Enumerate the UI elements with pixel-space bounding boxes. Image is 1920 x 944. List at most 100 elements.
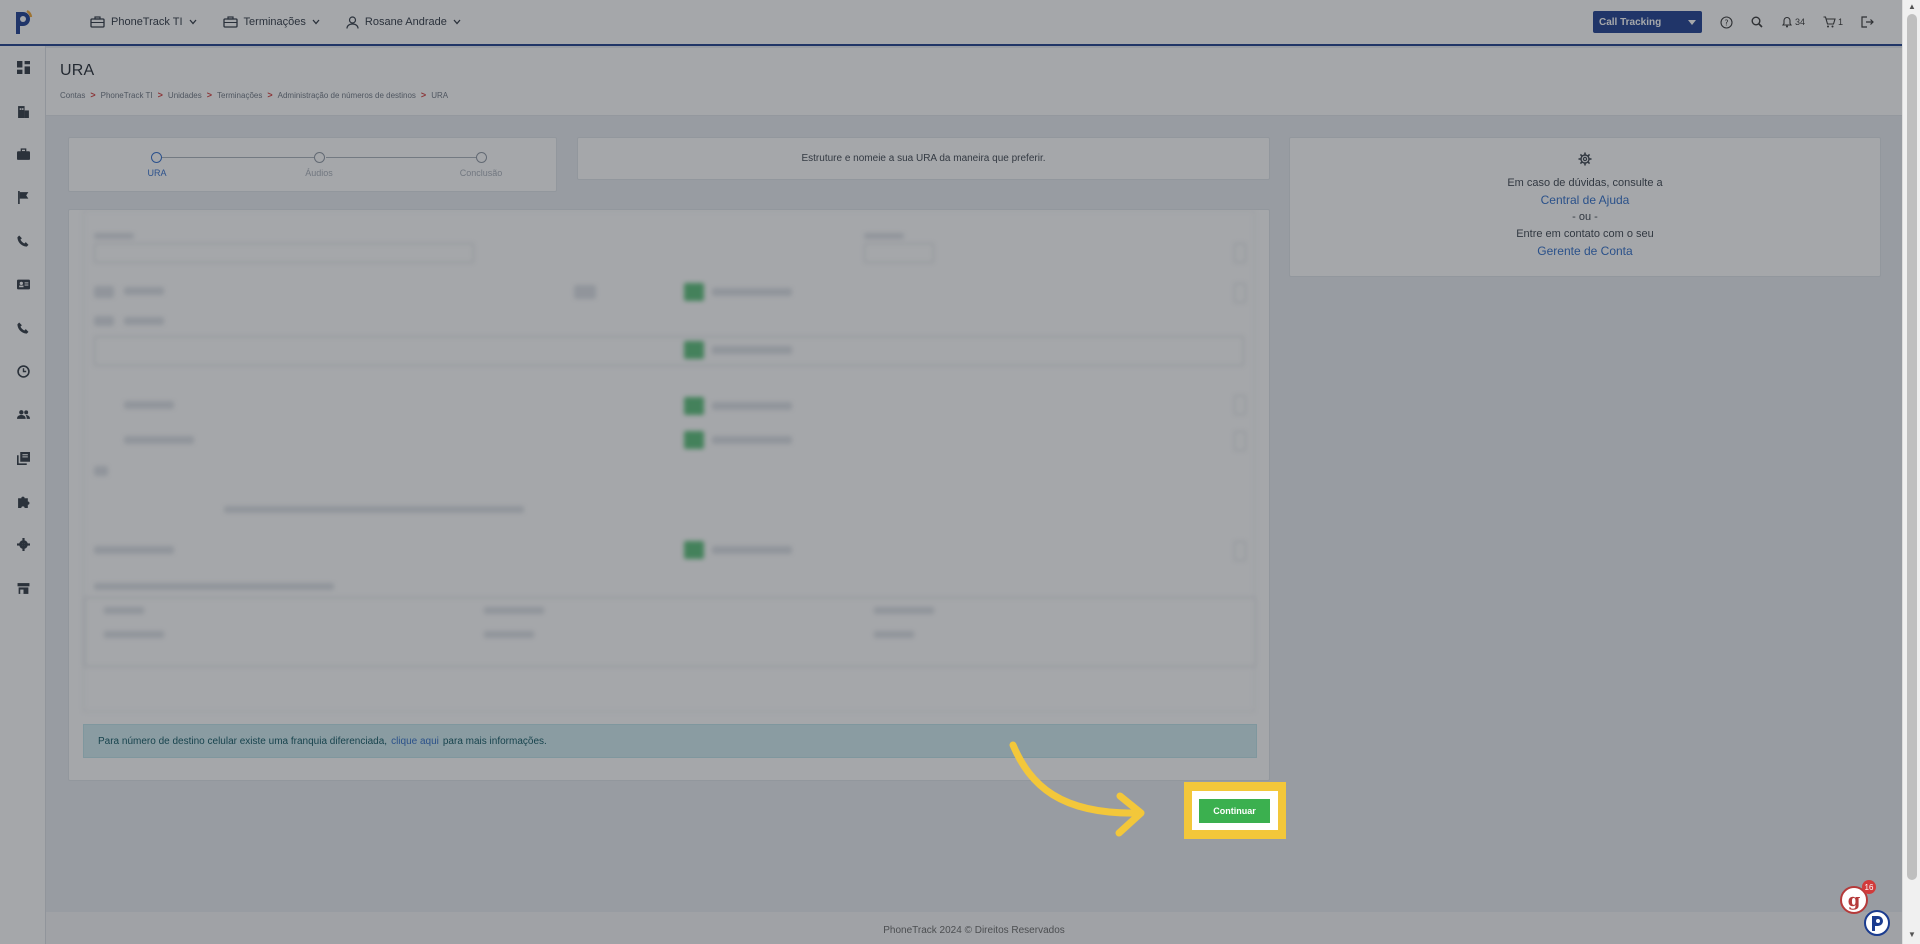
continue-button[interactable]: Continuar bbox=[1199, 799, 1270, 823]
scroll-thumb[interactable] bbox=[1907, 14, 1917, 880]
settings-icon bbox=[16, 538, 30, 552]
account-manager-link[interactable]: Gerente de Conta bbox=[1290, 243, 1880, 260]
breadcrumb: Contas > PhoneTrack TI > Unidades > Term… bbox=[60, 90, 1888, 100]
page-title: URA bbox=[60, 62, 95, 79]
nav-terminations-dropdown[interactable]: Terminações bbox=[215, 0, 328, 44]
blurred-row-text bbox=[712, 402, 792, 410]
search-icon bbox=[1751, 16, 1763, 28]
breadcrumb-separator: > bbox=[157, 90, 163, 100]
blurred-summary-value bbox=[484, 631, 534, 638]
sidebar-item-accounts[interactable] bbox=[0, 89, 46, 132]
briefcase-icon bbox=[222, 16, 238, 28]
breadcrumb-item[interactable]: Contas bbox=[60, 91, 85, 100]
nav-user-label: Rosane Andrade bbox=[364, 16, 447, 28]
step-dot-audios[interactable] bbox=[314, 152, 325, 163]
chat-widget-icon[interactable] bbox=[1864, 910, 1890, 936]
sidebar-item-dashboard[interactable] bbox=[0, 46, 46, 89]
nav-account-dropdown[interactable]: PhoneTrack TI bbox=[82, 0, 205, 44]
blurred-green-chip bbox=[684, 541, 704, 559]
info-alert-link[interactable]: clique aqui bbox=[391, 736, 439, 747]
blurred-row-text bbox=[712, 436, 792, 444]
logout-icon bbox=[1861, 16, 1874, 28]
sidebar-item-settings[interactable] bbox=[0, 523, 46, 566]
blurred-label bbox=[864, 233, 904, 239]
sidebar-item-integrations[interactable] bbox=[0, 480, 46, 523]
users-icon bbox=[16, 410, 30, 420]
blurred-row-text bbox=[712, 546, 792, 554]
blurred-row-number bbox=[94, 316, 114, 326]
breadcrumb-item[interactable]: Administração de números de destinos bbox=[278, 91, 416, 100]
blurred-section-title bbox=[94, 583, 334, 590]
user-icon bbox=[346, 15, 359, 29]
guide-widget-count: 16 bbox=[1862, 880, 1876, 894]
blurred-input bbox=[864, 243, 934, 263]
ura-form-blurred bbox=[83, 210, 1256, 712]
intro-text: Estruture e nomeie a sua URA da maneira … bbox=[801, 153, 1046, 164]
blurred-add-row bbox=[94, 466, 108, 476]
sidebar-item-campaigns[interactable] bbox=[0, 176, 46, 219]
page-header: URA Contas > PhoneTrack TI > Unidades > … bbox=[46, 48, 1902, 116]
sidebar-item-calls[interactable] bbox=[0, 220, 46, 263]
step-label-ura: URA bbox=[147, 168, 167, 178]
phonetrack-logo[interactable] bbox=[0, 0, 46, 44]
blurred-row-text bbox=[712, 346, 792, 354]
wizard-stepper: URA Áudios Conclusão bbox=[68, 137, 557, 192]
scroll-down-icon[interactable]: ▼ bbox=[1908, 930, 1916, 939]
top-navbar: PhoneTrack TI Terminações Rosane Andrade… bbox=[0, 0, 1902, 46]
blurred-row-label bbox=[124, 287, 164, 295]
sidebar-item-terminations[interactable] bbox=[0, 306, 46, 349]
sidebar-item-users[interactable] bbox=[0, 393, 46, 436]
tutorial-arrow-icon bbox=[1009, 741, 1145, 837]
nav-user-dropdown[interactable]: Rosane Andrade bbox=[338, 0, 469, 44]
help-text: Em caso de dúvidas, consulte a bbox=[1507, 177, 1663, 189]
breadcrumb-item[interactable]: PhoneTrack TI bbox=[101, 91, 153, 100]
briefcase-icon bbox=[90, 16, 105, 28]
sidebar-item-units[interactable] bbox=[0, 133, 46, 176]
blurred-input bbox=[94, 243, 474, 263]
help-circle-icon: ? bbox=[1720, 15, 1733, 29]
product-select[interactable]: Call Tracking bbox=[1592, 11, 1702, 33]
cart-button[interactable]: 1 bbox=[1823, 16, 1843, 28]
sidebar-item-history[interactable] bbox=[0, 350, 46, 393]
blurred-green-chip bbox=[684, 283, 704, 301]
nav-terminations-label: Terminações bbox=[243, 16, 306, 28]
blurred-green-chip bbox=[684, 397, 704, 415]
sidebar-item-contacts[interactable] bbox=[0, 263, 46, 306]
caret-down-icon bbox=[1687, 19, 1696, 25]
sidebar-item-library[interactable] bbox=[0, 437, 46, 480]
help-button[interactable]: ? bbox=[1720, 15, 1733, 29]
help-center-link[interactable]: Central de Ajuda bbox=[1290, 192, 1880, 209]
search-button[interactable] bbox=[1751, 16, 1763, 28]
blurred-button bbox=[1234, 431, 1246, 451]
sidebar-item-store[interactable] bbox=[0, 567, 46, 610]
page-scrollbar[interactable]: ▲ ▼ bbox=[1902, 0, 1920, 944]
info-alert-text: para mais informações. bbox=[442, 735, 547, 747]
footer-text: PhoneTrack 2024 © Direitos Reservados bbox=[883, 925, 1065, 936]
info-alert-text: Para número de destino celular existe um… bbox=[98, 735, 388, 747]
blurred-summary-box bbox=[84, 597, 1256, 667]
logout-button[interactable] bbox=[1861, 16, 1874, 28]
step-label-conclusion: Conclusão bbox=[459, 168, 503, 178]
blurred-button bbox=[1234, 541, 1246, 561]
blurred-row-label bbox=[94, 546, 174, 554]
notifications-count: 34 bbox=[1794, 17, 1805, 27]
scroll-up-icon[interactable]: ▲ bbox=[1908, 2, 1916, 11]
blurred-row-label bbox=[124, 436, 194, 444]
chevron-down-icon bbox=[312, 19, 320, 25]
topbar-actions: Call Tracking ? 34 1 bbox=[1592, 11, 1902, 33]
step-dot-ura[interactable] bbox=[151, 152, 162, 163]
step-connector bbox=[326, 157, 484, 158]
blurred-row-label bbox=[124, 401, 174, 409]
product-select-value: Call Tracking bbox=[1598, 16, 1662, 28]
gear-icon bbox=[1578, 152, 1592, 166]
cart-icon bbox=[1823, 16, 1836, 28]
phone-icon bbox=[16, 235, 28, 247]
phone-icon bbox=[16, 322, 28, 334]
breadcrumb-item[interactable]: Terminações bbox=[217, 91, 262, 100]
step-connector bbox=[156, 157, 314, 158]
briefcase-icon bbox=[16, 148, 30, 160]
notifications-button[interactable]: 34 bbox=[1781, 16, 1805, 28]
step-dot-conclusion[interactable] bbox=[476, 152, 487, 163]
breadcrumb-item[interactable]: Unidades bbox=[168, 91, 202, 100]
intro-card: Estruture e nomeie a sua URA da maneira … bbox=[577, 137, 1270, 180]
